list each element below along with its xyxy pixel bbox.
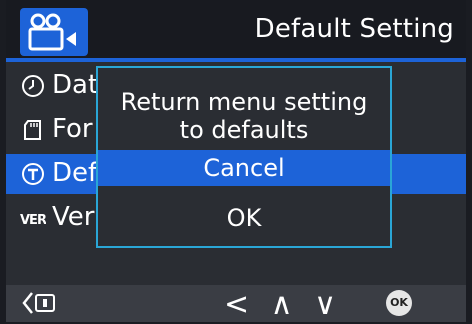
sd-card-icon bbox=[24, 120, 41, 140]
dialog-message-line1: Return menu setting bbox=[120, 88, 368, 116]
ok-key-icon[interactable]: OK bbox=[386, 290, 412, 316]
svg-text:VER: VER bbox=[20, 213, 46, 228]
version-icon: VER bbox=[20, 213, 46, 228]
dialog-message-line2: to defaults bbox=[179, 116, 309, 144]
clock-icon bbox=[22, 75, 44, 97]
nav-arrows[interactable]: < ∧ ∨ bbox=[224, 287, 342, 322]
back-button[interactable] bbox=[22, 289, 62, 324]
page-title: Default Setting bbox=[254, 14, 454, 44]
menu-item-label: Dat bbox=[52, 70, 99, 100]
dialog-message: Return menu setting to defaults bbox=[98, 88, 390, 144]
camera-screen: Default Setting Dat For Def VER Ver Retu… bbox=[6, 0, 466, 322]
header-bar: Default Setting bbox=[6, 0, 466, 62]
cancel-button[interactable]: Cancel bbox=[98, 150, 390, 186]
ok-button[interactable]: OK bbox=[98, 200, 390, 236]
confirm-dialog: Return menu setting to defaults Cancel O… bbox=[96, 66, 392, 248]
default-t-icon bbox=[22, 163, 44, 185]
menu-item-label: For bbox=[52, 114, 93, 144]
menu-item-label: Ver bbox=[52, 202, 95, 232]
header-divider bbox=[6, 58, 466, 62]
footer-bar: < ∧ ∨ OK bbox=[6, 285, 466, 322]
menu-item-label: Def bbox=[52, 158, 98, 188]
camera-mode-icon bbox=[20, 8, 88, 56]
back-icon bbox=[22, 292, 55, 314]
